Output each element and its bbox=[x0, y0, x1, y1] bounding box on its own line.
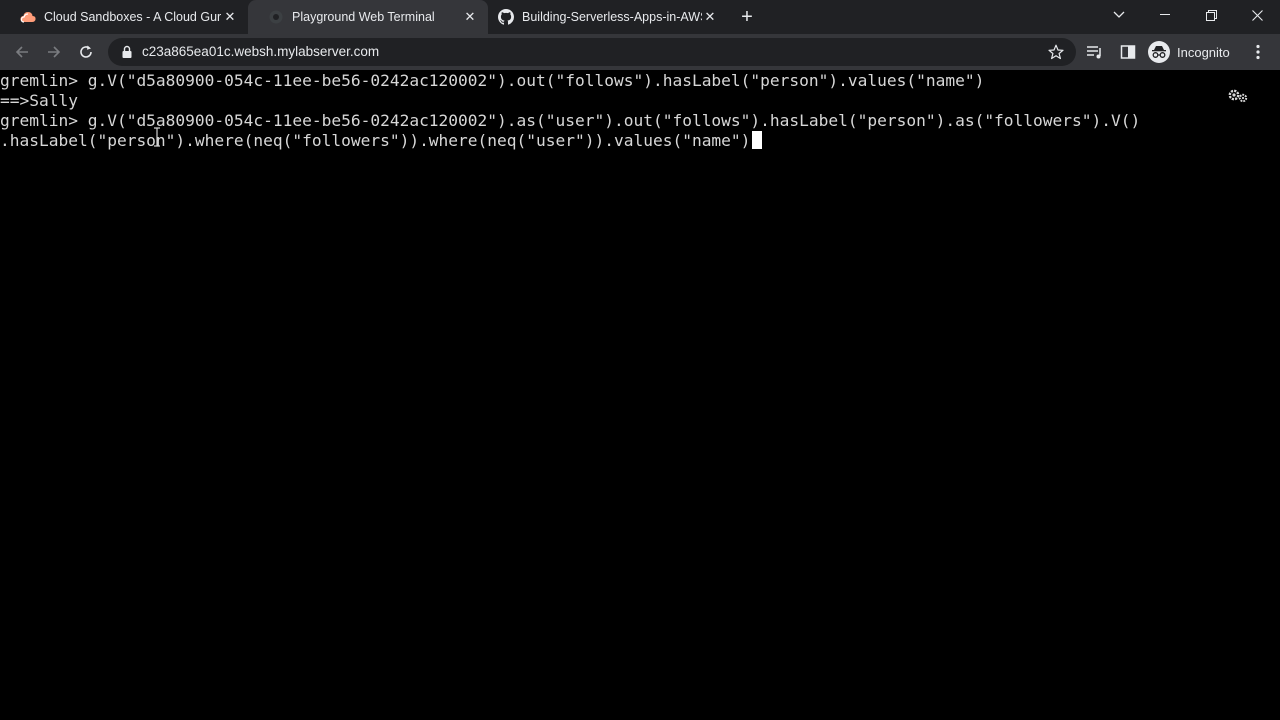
side-panel-icon[interactable] bbox=[1119, 43, 1137, 61]
lock-icon[interactable] bbox=[120, 45, 134, 59]
tab-search-chevron-icon[interactable] bbox=[1096, 0, 1142, 30]
github-icon bbox=[498, 9, 514, 25]
browser-toolbar: c23a865ea01c.websh.mylabserver.com Incog… bbox=[0, 34, 1280, 70]
media-controls-icon[interactable] bbox=[1086, 43, 1104, 61]
minimize-window-icon[interactable] bbox=[1142, 0, 1188, 30]
tab-strip: Cloud Sandboxes - A Cloud Guru ✕ Playgro… bbox=[0, 0, 1280, 34]
restore-window-icon[interactable] bbox=[1188, 0, 1234, 30]
tab-title: Cloud Sandboxes - A Cloud Guru bbox=[44, 10, 222, 24]
incognito-icon bbox=[1148, 41, 1170, 63]
close-window-icon[interactable] bbox=[1234, 0, 1280, 30]
bookmark-star-icon[interactable] bbox=[1048, 44, 1064, 60]
terminal-line: gremlin> g.V("d5a80900-054c-11ee-be56-02… bbox=[0, 111, 1141, 130]
close-tab-icon[interactable]: ✕ bbox=[462, 9, 478, 25]
close-tab-icon[interactable]: ✕ bbox=[222, 9, 238, 25]
tab-cloud-sandboxes[interactable]: Cloud Sandboxes - A Cloud Guru ✕ bbox=[0, 0, 248, 34]
tab-playground-web-terminal[interactable]: Playground Web Terminal ✕ bbox=[248, 0, 488, 34]
settings-gears-icon[interactable] bbox=[1227, 86, 1249, 104]
incognito-profile-button[interactable]: Incognito bbox=[1148, 39, 1230, 65]
new-tab-button[interactable]: + bbox=[737, 7, 757, 27]
forward-arrow-icon[interactable] bbox=[42, 40, 66, 64]
terminal-current-command: .hasLabel("person").where(neq("followers… bbox=[0, 131, 751, 150]
tab-github-repo[interactable]: Building-Serverless-Apps-in-AWS ✕ bbox=[488, 0, 728, 34]
terminal-area[interactable] bbox=[0, 70, 1280, 720]
back-arrow-icon[interactable] bbox=[10, 40, 34, 64]
terminal-line: gremlin> g.V("d5a80900-054c-11ee-be56-02… bbox=[0, 71, 985, 90]
reload-icon[interactable] bbox=[74, 40, 98, 64]
terminal-output-line: ==>Sally bbox=[0, 91, 78, 110]
terminal-cursor bbox=[752, 131, 763, 149]
url-text[interactable]: c23a865ea01c.websh.mylabserver.com bbox=[142, 44, 379, 59]
more-menu-icon[interactable] bbox=[1250, 43, 1266, 61]
text-cursor-ibeam-icon bbox=[153, 127, 161, 147]
close-tab-icon[interactable]: ✕ bbox=[702, 9, 718, 25]
address-bar[interactable]: c23a865ea01c.websh.mylabserver.com bbox=[108, 38, 1076, 66]
tab-title: Playground Web Terminal bbox=[292, 10, 435, 24]
tab-title: Building-Serverless-Apps-in-AWS bbox=[522, 10, 702, 24]
acloudguru-cloud-icon bbox=[20, 9, 36, 25]
terminal-globe-icon bbox=[268, 9, 284, 25]
terminal-input-line[interactable]: .hasLabel("person").where(neq("followers… bbox=[0, 131, 763, 151]
incognito-label: Incognito bbox=[1177, 44, 1230, 60]
